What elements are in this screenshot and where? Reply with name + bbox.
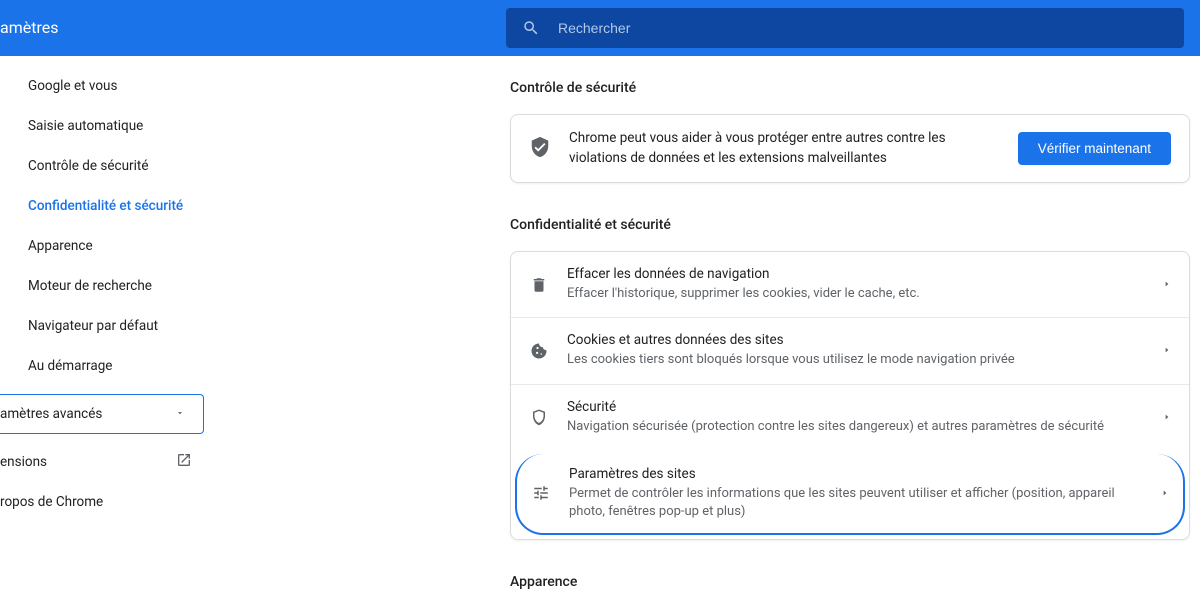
search-input[interactable]: [558, 20, 1168, 36]
verify-now-button[interactable]: Vérifier maintenant: [1018, 132, 1171, 165]
row-security[interactable]: Sécurité Navigation sécurisée (protectio…: [511, 384, 1189, 450]
sidebar-item-search-engine[interactable]: Moteur de recherche: [0, 266, 240, 306]
privacy-card: Effacer les données de navigation Efface…: [510, 251, 1190, 540]
sidebar-item-default-browser[interactable]: Navigateur par défaut: [0, 306, 240, 346]
sidebar-item-startup[interactable]: Au démarrage: [0, 346, 240, 386]
section-heading-privacy: Confidentialité et sécurité: [510, 217, 1200, 233]
row-subtitle: Navigation sécurisée (protection contre …: [567, 418, 1145, 436]
chevron-right-icon: [1163, 341, 1171, 360]
sidebar-extensions-label: ensions: [0, 454, 47, 470]
safety-check-card: Chrome peut vous aider à vous protéger e…: [510, 114, 1190, 183]
sidebar-item-safety[interactable]: Contrôle de sécurité: [0, 146, 240, 186]
row-site-settings[interactable]: Paramètres des sites Permet de contrôler…: [515, 454, 1185, 535]
safety-check-description: Chrome peut vous aider à vous protéger e…: [569, 129, 1000, 168]
cookie-icon: [529, 342, 549, 360]
external-link-icon: [176, 452, 192, 472]
shield-icon: [529, 408, 549, 426]
chevron-down-icon: [175, 406, 185, 422]
page-title: amètres: [0, 18, 58, 37]
app-header: amètres: [0, 0, 1200, 56]
row-cookies[interactable]: Cookies et autres données des sites Les …: [511, 317, 1189, 383]
row-clear-browsing-data[interactable]: Effacer les données de navigation Efface…: [511, 252, 1189, 317]
row-title: Sécurité: [567, 399, 1145, 415]
trash-icon: [529, 276, 549, 294]
row-title: Effacer les données de navigation: [567, 266, 1145, 282]
sidebar-item-appearance[interactable]: Apparence: [0, 226, 240, 266]
sidebar-item-about[interactable]: ropos de Chrome: [0, 482, 240, 522]
section-heading-safety: Contrôle de sécurité: [510, 80, 1200, 96]
chevron-right-icon: [1163, 275, 1171, 294]
sidebar-item-autofill[interactable]: Saisie automatique: [0, 106, 240, 146]
row-subtitle: Les cookies tiers sont bloqués lorsque v…: [567, 351, 1145, 369]
sidebar-advanced-label: amètres avancés: [0, 406, 102, 422]
row-title: Cookies et autres données des sites: [567, 332, 1145, 348]
sidebar-about-label: ropos de Chrome: [0, 494, 103, 510]
tune-icon: [531, 484, 551, 502]
row-title: Paramètres des sites: [569, 466, 1143, 482]
shield-check-icon: [529, 136, 551, 162]
chevron-right-icon: [1161, 484, 1169, 503]
chevron-right-icon: [1163, 408, 1171, 427]
sidebar-advanced-toggle[interactable]: amètres avancés: [0, 394, 204, 434]
sidebar-item-extensions[interactable]: ensions: [0, 442, 240, 482]
row-subtitle: Effacer l'historique, supprimer les cook…: [567, 285, 1145, 303]
search-icon: [522, 19, 540, 37]
sidebar-item-privacy[interactable]: Confidentialité et sécurité: [0, 186, 240, 226]
sidebar: Google et vous Saisie automatique Contrô…: [0, 56, 240, 608]
search-container[interactable]: [506, 8, 1184, 48]
row-subtitle: Permet de contrôler les informations que…: [569, 485, 1143, 521]
sidebar-item-google[interactable]: Google et vous: [0, 66, 240, 106]
main-content: Contrôle de sécurité Chrome peut vous ai…: [240, 56, 1200, 608]
section-heading-appearance: Apparence: [510, 574, 1200, 590]
